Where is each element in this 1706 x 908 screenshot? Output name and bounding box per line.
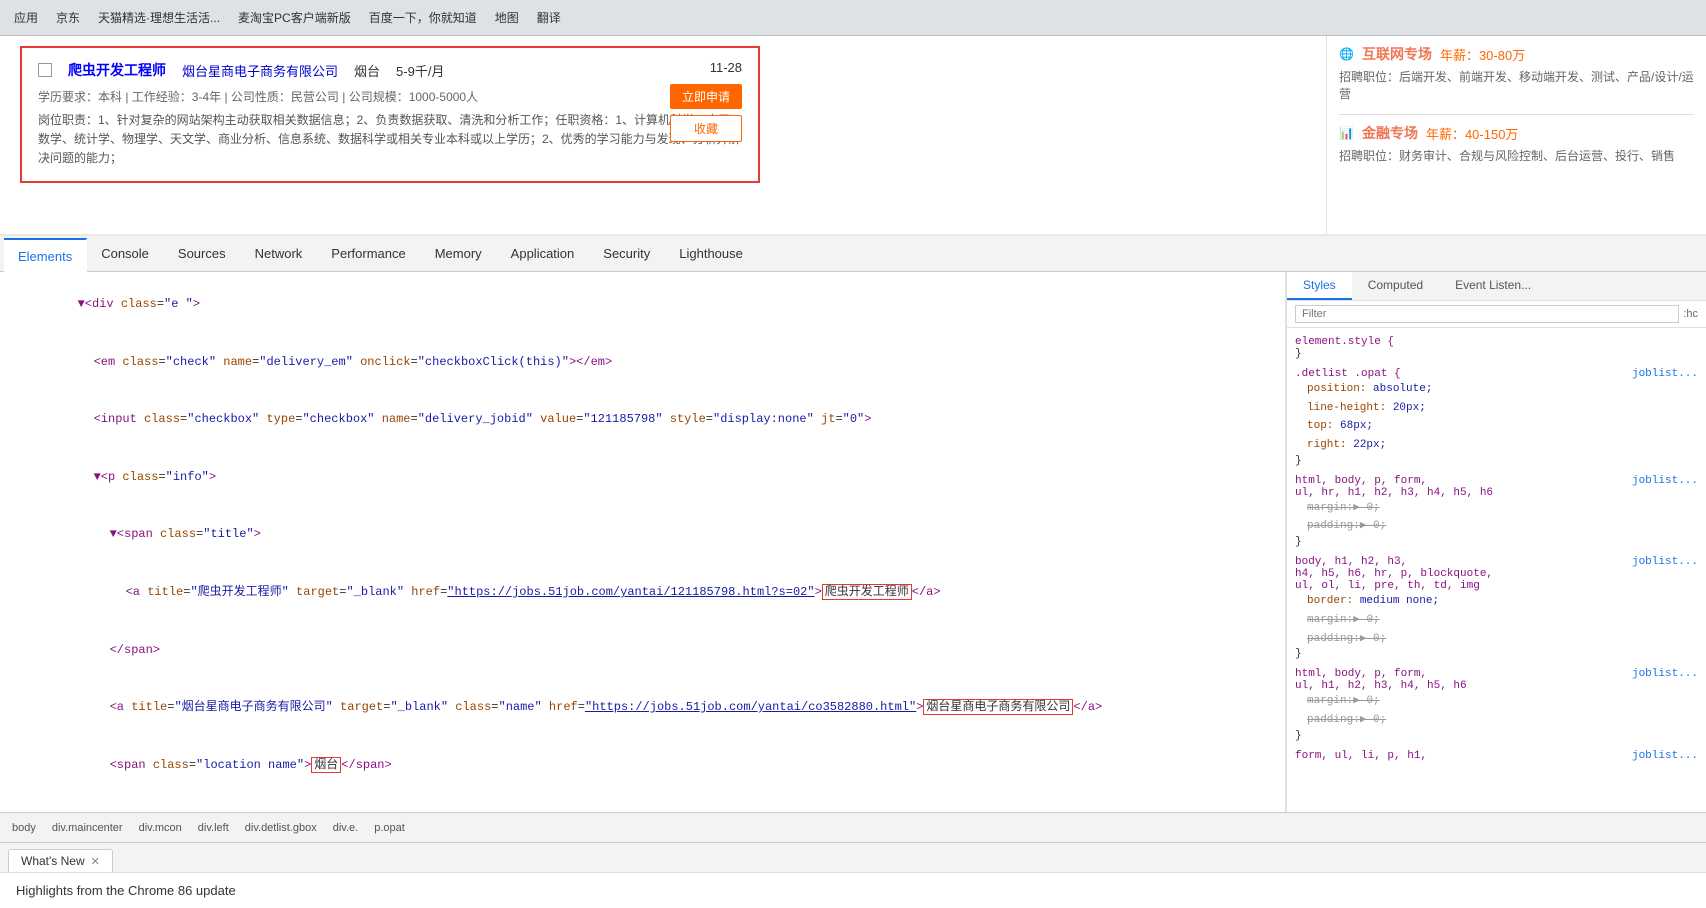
right-sidebar: 🌐 互联网专场 年薪：30-80万 招聘职位：后端开发、前端开发、移动端开发、测… [1326,36,1706,234]
bottom-tabs-bar: What's New ✕ [0,842,1706,872]
sidebar-section-finance: 📊 金融专场 年薪：40-150万 招聘职位：财务审计、合规与风险控制、后台运营… [1339,123,1694,164]
devtools-panel: Elements Console Sources Network Perform… [0,234,1706,908]
page-content: 爬虫开发工程师 烟台星商电子商务有限公司 烟台 5-9千/月 11-28 学历要… [0,36,1706,234]
css-rule-html-body: html, body, p, form, joblist... ul, hr, … [1295,475,1698,548]
breadcrumb-body[interactable]: body [8,820,40,836]
tab-whats-new[interactable]: What's New ✕ [8,849,113,872]
internet-icon: 🌐 [1339,47,1354,61]
css-selector: .detlist .opat { [1295,368,1401,380]
css-source: joblist... [1632,368,1698,380]
browser-tabs-bar: 应用 京东 天猫精选·理想生活活... 麦淘宝PC客户端新版 百度一下，你就知道… [0,0,1706,36]
breadcrumb-popat[interactable]: p.opat [370,820,409,836]
job-meta: 学历要求：本科 | 工作经验：3-4年 | 公司性质：民营公司 | 公司规模：1… [38,88,742,105]
css-selector: body, h1, h2, h3, [1295,556,1407,568]
html-panel[interactable]: ▼<div class="e "> <em class="check" name… [0,272,1286,812]
browser-tab-tmall[interactable]: 天猫精选·理想生活活... [92,7,226,28]
tab-console[interactable]: Console [87,236,164,272]
styles-content: element.style { } .detlist .opat { jobli… [1287,328,1706,812]
styles-panel: Styles Computed Event Listen... :hc elem… [1286,272,1706,812]
devtools-main: ▼<div class="e "> <em class="check" name… [0,272,1706,812]
job-actions: 立即申请 收藏 [670,84,742,142]
breadcrumb-maincenter[interactable]: div.maincenter [48,820,127,836]
tab-sources[interactable]: Sources [164,236,241,272]
job-salary: 5-9千/月 [396,61,444,80]
browser-tab-baidu[interactable]: 百度一下，你就知道 [363,7,483,28]
whats-new-close-icon[interactable]: ✕ [91,855,100,868]
html-line[interactable]: ▼<span class="title"> [0,506,1285,564]
tab-network[interactable]: Network [241,236,318,272]
css-selector: element.style { [1295,336,1394,348]
styles-filter-input[interactable] [1295,305,1679,323]
job-title[interactable]: 爬虫开发工程师 [68,60,166,80]
tab-styles[interactable]: Styles [1287,272,1352,300]
css-source: joblist... [1632,750,1698,762]
whats-new-panel: Highlights from the Chrome 86 update [0,872,1706,908]
tab-application[interactable]: Application [497,236,590,272]
tab-event-listeners[interactable]: Event Listen... [1439,272,1547,300]
html-line[interactable]: <a title="烟台星商电子商务有限公司" target="_blank" … [0,679,1285,737]
styles-tabs: Styles Computed Event Listen... [1287,272,1706,301]
job-card: 爬虫开发工程师 烟台星商电子商务有限公司 烟台 5-9千/月 11-28 学历要… [20,46,760,183]
job-select-checkbox[interactable] [38,63,52,77]
tab-memory[interactable]: Memory [421,236,497,272]
css-source: joblist... [1632,668,1698,680]
sidebar-section-internet: 🌐 互联网专场 年薪：30-80万 招聘职位：后端开发、前端开发、移动端开发、测… [1339,44,1694,102]
tab-security[interactable]: Security [589,236,665,272]
styles-filter-bar: :hc [1287,301,1706,328]
breadcrumb-left[interactable]: div.left [194,820,233,836]
browser-tab-translate[interactable]: 翻译 [531,7,567,28]
css-source: joblist... [1632,475,1698,487]
browser-tab-jd[interactable]: 京东 [50,7,86,28]
breadcrumb-mcon[interactable]: div.mcon [135,820,186,836]
breadcrumb-detlist[interactable]: div.detlist.gbox [241,820,321,836]
browser-tab-app[interactable]: 应用 [8,7,44,28]
tab-elements[interactable]: Elements [4,238,87,272]
css-rule-form-ul: form, ul, li, p, h1, joblist... [1295,750,1698,762]
css-rule-element-style: element.style { } [1295,336,1698,360]
browser-tab-taobao[interactable]: 麦淘宝PC客户端新版 [232,7,357,28]
job-company[interactable]: 烟台星商电子商务有限公司 [182,61,338,80]
collect-button[interactable]: 收藏 [670,115,742,142]
html-line[interactable]: ▼<div class="e "> [0,276,1285,334]
breadcrumb-dive[interactable]: div.e. [329,820,362,836]
html-line[interactable]: ▼<p class="info"> [0,449,1285,507]
job-date: 11-28 [710,60,742,75]
html-line[interactable]: <span class="location name">烟台</span> [0,737,1285,795]
job-location: 烟台 [354,61,380,80]
job-card-header: 爬虫开发工程师 烟台星商电子商务有限公司 烟台 5-9千/月 11-28 [38,60,742,80]
html-line[interactable]: <a title="爬虫开发工程师" target="_blank" href=… [0,564,1285,622]
css-selector: html, body, p, form, [1295,475,1427,487]
sidebar-finance-title: 金融专场 [1362,123,1418,143]
css-source: joblist... [1632,556,1698,568]
css-rule-detlist-opat: .detlist .opat { joblist... position: ab… [1295,368,1698,467]
html-line[interactable]: <span class="location">5-9千/月</span> [0,794,1285,812]
browser-tab-map[interactable]: 地图 [489,7,525,28]
sidebar-internet-salary: 年薪：30-80万 [1440,45,1525,64]
tab-computed[interactable]: Computed [1352,272,1439,300]
css-rule-body-h1: body, h1, h2, h3, joblist... h4, h5, h6,… [1295,556,1698,660]
css-selector: form, ul, li, p, h1, [1295,750,1427,762]
css-selector: html, body, p, form, [1295,668,1427,680]
sidebar-internet-title: 互联网专场 [1362,44,1432,64]
html-line[interactable]: </span> [0,621,1285,679]
finance-icon: 📊 [1339,126,1354,140]
sidebar-finance-salary: 年薪：40-150万 [1426,124,1518,143]
tab-performance[interactable]: Performance [317,236,420,272]
whats-new-description: Highlights from the Chrome 86 update [16,883,236,898]
html-line[interactable]: <em class="check" name="delivery_em" onc… [0,334,1285,392]
devtools-breadcrumb-bar: body div.maincenter div.mcon div.left di… [0,812,1706,842]
css-rule-html-body2: html, body, p, form, joblist... ul, h1, … [1295,668,1698,741]
job-card-area: 爬虫开发工程师 烟台星商电子商务有限公司 烟台 5-9千/月 11-28 学历要… [0,36,1326,234]
whats-new-label: What's New [21,854,85,868]
job-desc: 岗位职责：1、针对复杂的网站架构主动获取相关数据信息；2、负责数据获取、清洗和分… [38,111,742,169]
sidebar-internet-jobs: 招聘职位：后端开发、前端开发、移动端开发、测试、产品/设计/运营 [1339,68,1694,102]
apply-button[interactable]: 立即申请 [670,84,742,109]
tab-lighthouse[interactable]: Lighthouse [665,236,758,272]
sidebar-finance-jobs: 招聘职位：财务审计、合规与风险控制、后台运营、投行、销售 [1339,147,1694,164]
html-line[interactable]: <input class="checkbox" type="checkbox" … [0,391,1285,449]
devtools-tabs: Elements Console Sources Network Perform… [0,236,1706,272]
